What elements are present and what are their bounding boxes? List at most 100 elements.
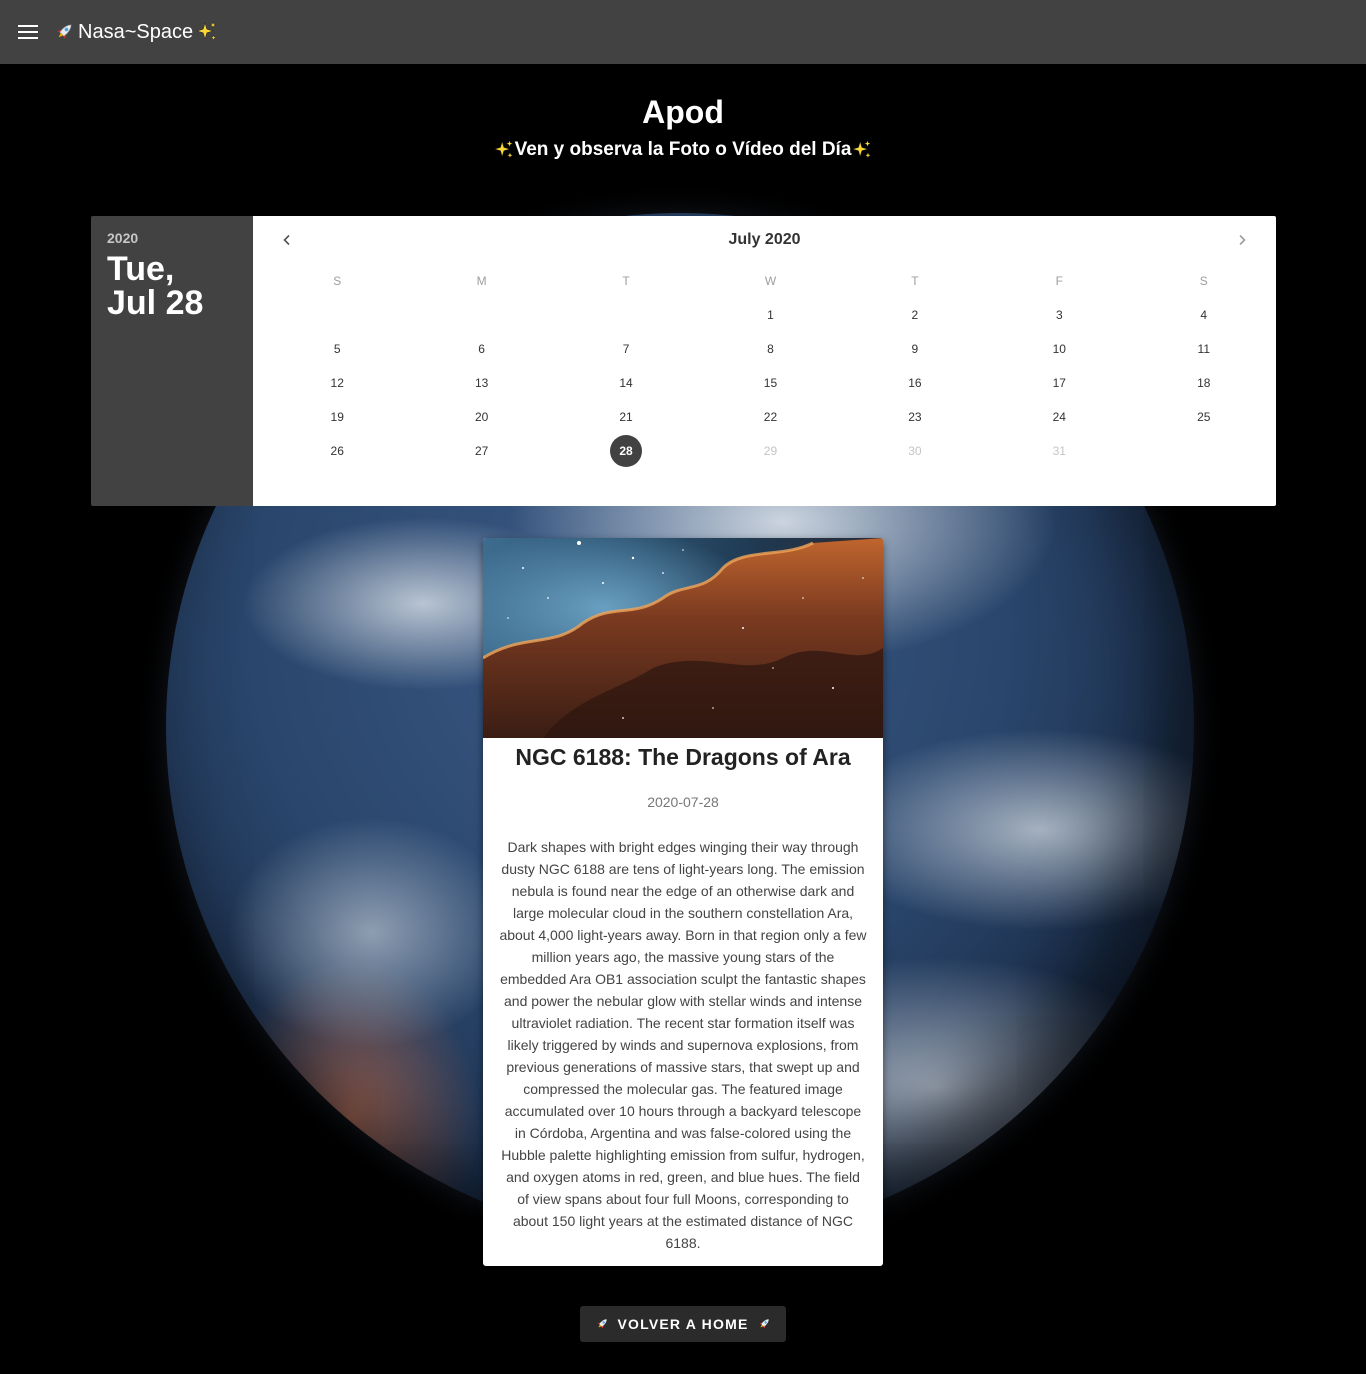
calendar-day-6[interactable]: 6 <box>466 333 498 365</box>
calendar-grid: SMTWTFS 1 2 3 4 5 6 7 8 9 10 11 12 13 14 15 16 17 18 19 20 2… <box>265 264 1276 468</box>
weekday-label: F <box>1055 274 1063 288</box>
subtitle-text: Ven y observa la Foto o Vídeo del Día <box>514 139 852 160</box>
calendar-day-27[interactable]: 27 <box>466 435 498 467</box>
calendar-cell: 27 <box>409 434 553 468</box>
calendar-day-18[interactable]: 18 <box>1188 367 1220 399</box>
weekday-row: SMTWTFS <box>265 264 1276 298</box>
sparkles-icon <box>493 139 515 161</box>
calendar-cell: 2 <box>843 298 987 332</box>
calendar-cell: 22 <box>698 400 842 434</box>
calendar-cell: 29 <box>698 434 842 468</box>
weekday-label: S <box>1199 274 1208 288</box>
calendar-cell: 11 <box>1132 332 1276 366</box>
brand-title: Nasa~Space <box>78 20 194 43</box>
calendar-day-15[interactable]: 15 <box>754 367 786 399</box>
calendar-day-20[interactable]: 20 <box>466 401 498 433</box>
calendar-day-13[interactable]: 13 <box>466 367 498 399</box>
weekday-label: T <box>911 274 919 288</box>
calendar-cell: 24 <box>987 400 1131 434</box>
home-button-label: VOLVER A HOME <box>617 1316 749 1332</box>
menu-icon[interactable] <box>16 20 40 44</box>
calendar-week: 12 13 14 15 16 17 18 <box>265 366 1276 400</box>
weekday-label: S <box>333 274 342 288</box>
calendar-week: 1 2 3 4 <box>265 298 1276 332</box>
apod-explanation: Dark shapes with bright edges winging th… <box>499 839 867 1251</box>
calendar-cell: 3 <box>987 298 1131 332</box>
apod-card: NGC 6188: The Dragons of Ara 2020-07-28 … <box>483 538 883 1266</box>
calendar-day-3[interactable]: 3 <box>1043 299 1075 331</box>
apod-title: NGC 6188: The Dragons of Ara <box>515 744 851 770</box>
page-subtitle: Ven y observa la Foto o Vídeo del Día <box>0 137 1366 163</box>
calendar-cell: 12 <box>265 366 409 400</box>
calendar-cell <box>265 298 409 332</box>
calendar-day-8[interactable]: 8 <box>754 333 786 365</box>
calendar-day-9[interactable]: 9 <box>899 333 931 365</box>
previous-month-button[interactable] <box>275 228 299 252</box>
calendar-cell: 16 <box>843 366 987 400</box>
page-title: Apod <box>642 94 724 130</box>
home-button[interactable]: VOLVER A HOME <box>580 1306 786 1342</box>
calendar-cell: 19 <box>265 400 409 434</box>
calendar-cell: 28 <box>554 434 698 468</box>
calendar-day-24[interactable]: 24 <box>1043 401 1075 433</box>
calendar-day-4[interactable]: 4 <box>1188 299 1220 331</box>
calendar-week: 19 20 21 22 23 24 25 <box>265 400 1276 434</box>
calendar-cell: 13 <box>409 366 553 400</box>
calendar-cell: 26 <box>265 434 409 468</box>
calendar-day-30: 30 <box>908 444 922 458</box>
date-picker: 2020 Tue, Jul 28 July 2020 SMTWTFS 12345… <box>91 216 1276 506</box>
rocket-icon <box>756 1316 772 1332</box>
weekday-label: M <box>476 274 487 288</box>
calendar-cell: 31 <box>987 434 1131 468</box>
calendar-day-31: 31 <box>1052 444 1066 458</box>
calendar-cell <box>409 298 553 332</box>
calendar-week: 26 27 28 29 30 31 <box>265 434 1276 468</box>
calendar-day-29: 29 <box>763 444 778 458</box>
sparkles-icon <box>851 139 873 161</box>
calendar-day-28[interactable]: 28 <box>610 435 643 467</box>
calendar-day-22[interactable]: 22 <box>754 401 786 433</box>
calendar-day-16[interactable]: 16 <box>899 367 931 399</box>
calendar-cell: 10 <box>987 332 1131 366</box>
date-picker-selected-date[interactable]: Tue, Jul 28 <box>107 252 227 320</box>
calendar-week: 5 6 7 8 9 10 11 <box>265 332 1276 366</box>
app-brand[interactable]: Nasa~Space <box>52 20 219 44</box>
calendar-day-7[interactable]: 7 <box>610 333 642 365</box>
calendar-day-26[interactable]: 26 <box>321 435 353 467</box>
calendar-day-2[interactable]: 2 <box>899 299 931 331</box>
calendar-day-14[interactable]: 14 <box>610 367 642 399</box>
date-picker-year[interactable]: 2020 <box>107 230 237 246</box>
calendar-day-11[interactable]: 11 <box>1188 333 1220 365</box>
calendar-day-5[interactable]: 5 <box>321 333 353 365</box>
calendar-cell: 8 <box>698 332 842 366</box>
calendar-cell: 17 <box>987 366 1131 400</box>
apod-image <box>483 538 883 738</box>
rocket-icon <box>52 20 76 44</box>
apod-date: 2020-07-28 <box>647 794 719 810</box>
calendar-cell: 20 <box>409 400 553 434</box>
calendar-day-10[interactable]: 10 <box>1043 333 1075 365</box>
calendar-cell: 23 <box>843 400 987 434</box>
calendar-cell: 25 <box>1132 400 1276 434</box>
calendar-cell: 30 <box>843 434 987 468</box>
chevron-left-icon <box>283 234 290 246</box>
calendar-day-19[interactable]: 19 <box>321 401 353 433</box>
calendar-cell: 15 <box>698 366 842 400</box>
calendar-cell <box>1132 434 1276 468</box>
calendar-day-25[interactable]: 25 <box>1188 401 1220 433</box>
calendar-cell: 14 <box>554 366 698 400</box>
calendar-day-12[interactable]: 12 <box>321 367 353 399</box>
calendar-day-21[interactable]: 21 <box>610 401 642 433</box>
calendar-days: 1 2 3 4 5 6 7 8 9 10 11 12 13 14 15 16 17 18 19 20 21 22 23 24 2… <box>265 298 1276 468</box>
calendar-day-1[interactable]: 1 <box>754 299 786 331</box>
next-month-button[interactable] <box>1230 228 1254 252</box>
sparkles-icon <box>195 20 219 44</box>
date-picker-calendar: July 2020 SMTWTFS 1 2 3 4 5 6 7 8 9 10 11 12 13 14 15 1… <box>253 216 1276 506</box>
calendar-cell: 5 <box>265 332 409 366</box>
calendar-day-17[interactable]: 17 <box>1043 367 1075 399</box>
calendar-cell: 7 <box>554 332 698 366</box>
app-bar: Nasa~Space <box>0 0 1366 64</box>
calendar-day-23[interactable]: 23 <box>899 401 931 433</box>
month-label[interactable]: July 2020 <box>728 231 800 249</box>
calendar-cell: 1 <box>698 298 842 332</box>
